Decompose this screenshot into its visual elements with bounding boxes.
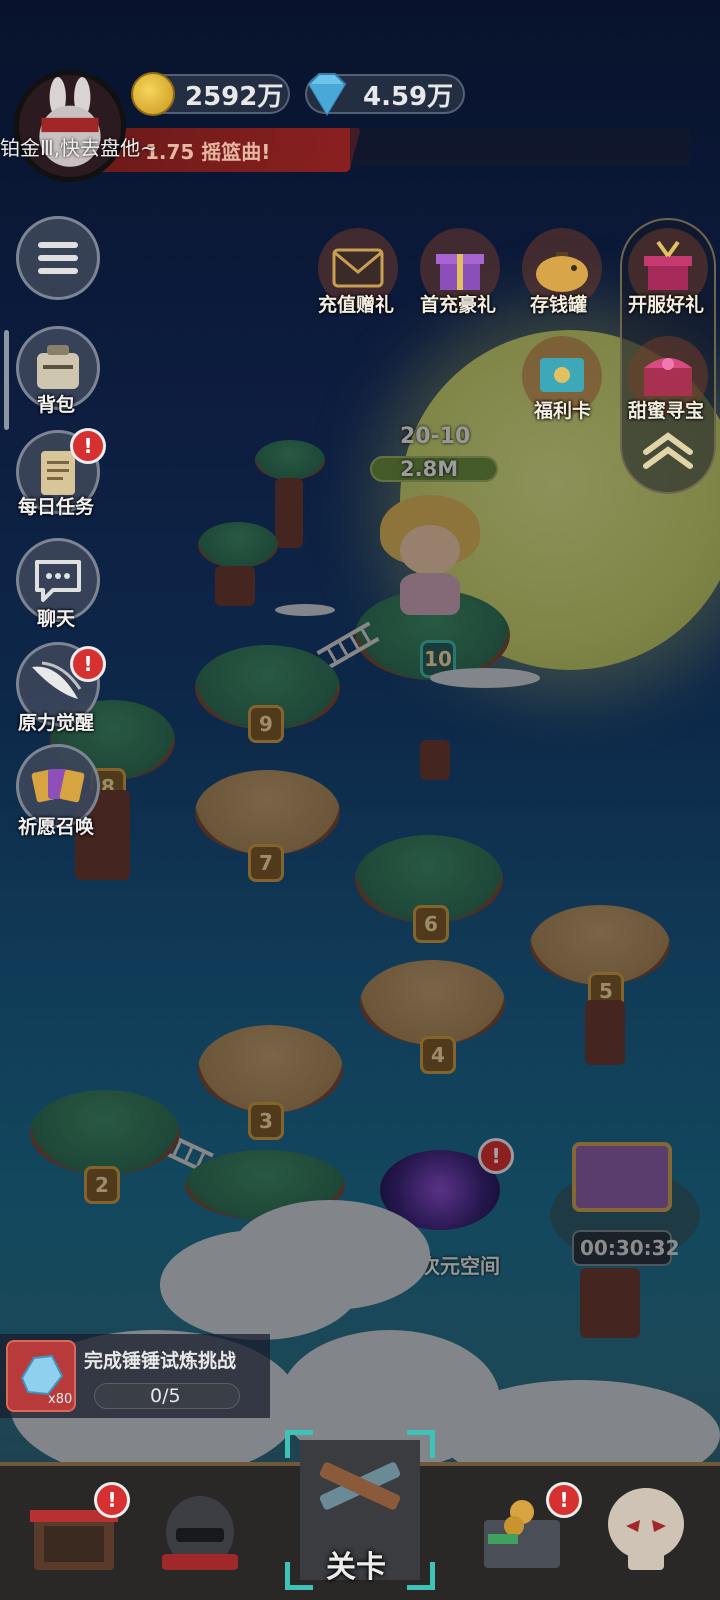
knight-helmet-icon (162, 1496, 238, 1570)
menu-list-icon (38, 242, 78, 274)
force-awaken-alert-badge: ! (70, 646, 106, 682)
rock-pillar (420, 740, 450, 780)
stage-number-7: 7 (248, 844, 284, 882)
challenge-reward-count: x80 (48, 1392, 73, 1407)
shop-alert-badge: ! (94, 1482, 130, 1518)
gold-counter[interactable]: 2592万 (131, 72, 290, 116)
cloud (430, 668, 540, 688)
player-avatar[interactable] (14, 70, 126, 182)
rock-pillar (580, 1268, 640, 1338)
rock-pillar (275, 478, 303, 548)
chat-label: 聊天 (37, 608, 76, 630)
sweet-treasure-label: 甜蜜寻宝 (628, 400, 705, 422)
treasure-chest[interactable] (572, 1142, 672, 1212)
collapse-button[interactable] (630, 420, 706, 480)
rank-tease-text: 铂金Ⅲ,快去盘他~ (0, 136, 157, 160)
stage-number-4: 4 (420, 1036, 456, 1074)
stage-level-label: 20-10 (400, 424, 471, 449)
hero-character[interactable] (370, 495, 490, 615)
chest-timer: 00:30:32 (580, 1236, 680, 1260)
backpack-icon (37, 345, 79, 389)
stage-number-2: 2 (84, 1166, 120, 1204)
gold-amount: 2592万 (185, 81, 284, 112)
force-awaken-label: 原力觉醒 (18, 712, 95, 734)
challenge-progress-text: 0/5 (150, 1385, 181, 1407)
main-menu-button[interactable] (16, 216, 100, 300)
stage-number-9: 9 (248, 705, 284, 743)
gold-coin-icon (131, 72, 175, 116)
backpack-label: 背包 (37, 394, 76, 416)
nav-hero-button[interactable] (150, 1480, 250, 1580)
daily-tasks-alert-badge: ! (70, 428, 106, 464)
stage-island-7[interactable] (195, 770, 340, 855)
floating-island-small (198, 522, 278, 568)
server-gift-label: 开服好礼 (628, 294, 705, 316)
side-scroll-indicator (4, 330, 9, 430)
hero-face (400, 525, 460, 575)
stage-island-3[interactable] (198, 1025, 343, 1113)
diamond-counter[interactable]: 4.59万 (305, 73, 465, 116)
wish-summon-label: 祈愿召唤 (18, 816, 95, 838)
nav-skull-button[interactable] (596, 1480, 696, 1580)
skull-icon (608, 1488, 684, 1570)
stage-island-2[interactable] (30, 1090, 180, 1175)
challenge-title: 完成锤锤试炼挑战 (84, 1350, 237, 1372)
cards-icon (31, 769, 85, 803)
stage-number-3: 3 (248, 1102, 284, 1140)
daily-tasks-label: 每日任务 (18, 496, 95, 518)
floating-island-small (255, 440, 325, 480)
nav-stage-label: 关卡 (326, 1550, 386, 1585)
chat-icon (35, 560, 81, 602)
rock-pillar (585, 1000, 625, 1065)
hyperspace-alert-badge: ! (478, 1138, 514, 1174)
recharge-gift-label: 充值赠礼 (318, 294, 395, 316)
rock-pillar (215, 566, 255, 606)
stage-power-label: 2.8M (400, 457, 459, 481)
cloud (230, 1200, 430, 1310)
cloud (275, 604, 335, 616)
welfare-card-label: 福利卡 (534, 400, 592, 422)
stage-number-6: 6 (413, 905, 449, 943)
event-banner-text: 1.75 摇篮曲! (145, 140, 271, 164)
crossed-guns-icon (319, 1462, 401, 1510)
piggy-bank-label: 存钱罐 (530, 294, 588, 316)
stage-island-4[interactable] (360, 960, 505, 1045)
first-recharge-label: 首充豪礼 (420, 294, 497, 316)
diamond-icon (307, 73, 347, 116)
diamond-amount: 4.59万 (363, 81, 454, 112)
hero-dress (400, 573, 460, 615)
bunny-avatar-icon (39, 77, 101, 167)
treasure-alert-badge: ! (546, 1482, 582, 1518)
banner-strip (350, 128, 690, 166)
chevron-up-icon (643, 432, 693, 469)
